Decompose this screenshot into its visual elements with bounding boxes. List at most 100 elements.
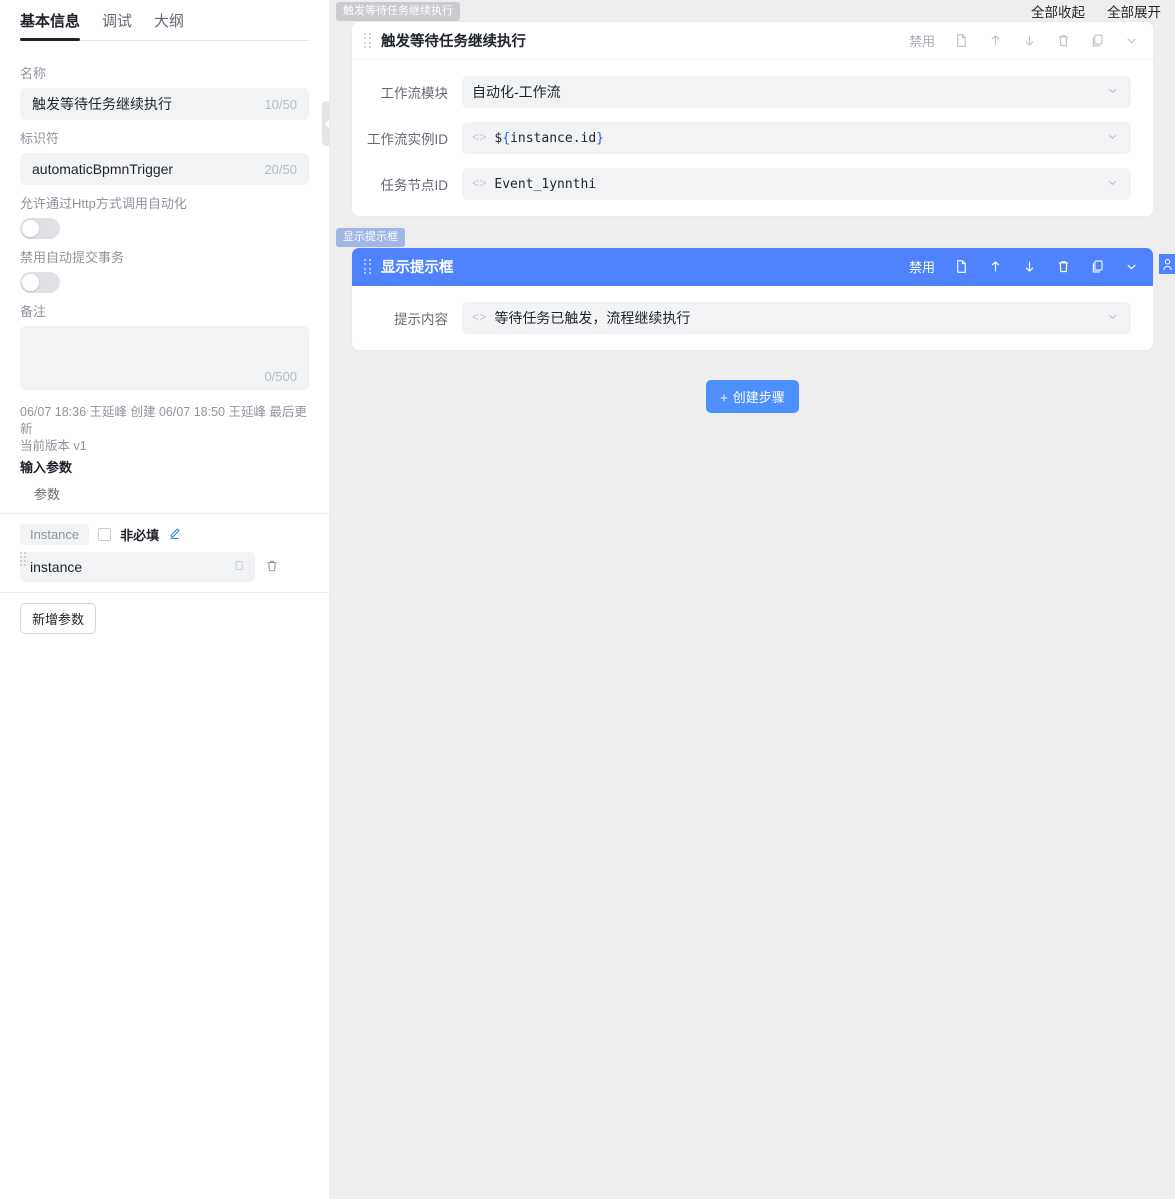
tab-basic-info[interactable]: 基本信息 <box>20 10 81 41</box>
tab-debug[interactable]: 调试 <box>102 10 132 40</box>
name-input[interactable]: 触发等待任务继续执行 10/50 <box>20 88 309 120</box>
audit-line: 06/07 18:36 王延峰 创建 06/07 18:50 王延峰 最后更新 <box>20 405 307 436</box>
http-toggle-switch[interactable] <box>20 218 60 239</box>
field-row-toast-content: 提示内容 <> 等待任务已触发，流程继续执行 <box>352 302 1153 334</box>
tab-label: 调试 <box>102 13 133 30</box>
table-row: Instance 非必填 instance <box>0 514 329 592</box>
plus-icon: + <box>720 390 728 405</box>
user-cursor-icon <box>1159 254 1175 274</box>
audit-meta: 06/07 18:36 王延峰 创建 06/07 18:50 王延峰 最后更新 … <box>20 404 309 455</box>
step-actions: 禁用 <box>909 31 1139 50</box>
arrow-down-icon[interactable] <box>1021 33 1037 49</box>
remark-counter: 0/500 <box>264 369 297 384</box>
pencil-icon[interactable] <box>168 527 181 543</box>
toggle-knob <box>22 274 39 291</box>
chevron-down-icon[interactable] <box>1123 33 1139 49</box>
name-label: 名称 <box>20 66 47 81</box>
param-row-top: Instance 非必填 <box>0 524 329 545</box>
add-step-row: + 创建步骤 <box>330 380 1175 413</box>
step-card-body: 提示内容 <> 等待任务已触发，流程继续执行 <box>352 286 1153 350</box>
trash-icon[interactable] <box>1055 259 1071 275</box>
field-label: 工作流实例ID <box>367 132 448 147</box>
delete-param-button[interactable] <box>265 559 279 576</box>
copy-icon[interactable] <box>1089 259 1105 275</box>
identifier-label: 标识符 <box>20 131 60 146</box>
drag-handle-icon[interactable] <box>364 256 373 277</box>
chevron-left-icon <box>324 119 329 128</box>
field-value: ${instance.id} <box>494 130 604 146</box>
code-expression-icon: <> <box>472 131 487 145</box>
copy-icon[interactable] <box>1089 33 1105 49</box>
transaction-toggle-label: 禁用自动提交事务 <box>20 250 125 265</box>
panel-collapse-handle[interactable] <box>322 101 329 146</box>
identifier-input[interactable]: automaticBpmnTrigger 20/50 <box>20 153 309 185</box>
code-expression-icon: <> <box>472 177 487 191</box>
collapse-all-button[interactable]: 全部收起 <box>1031 1 1085 21</box>
add-param-button[interactable]: 新增参数 <box>20 603 97 634</box>
chevron-down-icon <box>1106 310 1119 326</box>
arrow-down-icon[interactable] <box>1021 259 1037 275</box>
param-row-divider <box>0 592 329 593</box>
param-table-header: 参数 <box>0 476 329 513</box>
chevron-down-icon[interactable] <box>1123 259 1139 275</box>
toggle-knob <box>22 220 39 237</box>
chevron-down-icon <box>1106 84 1119 100</box>
param-name-value: instance <box>30 559 83 575</box>
step-card-toast: 显示提示框 禁用 提示内容 <> 等待任务已触发，流程继续执行 <box>352 248 1153 350</box>
field-label: 工作流模块 <box>380 86 449 101</box>
step-card-header[interactable]: 显示提示框 禁用 <box>352 248 1153 286</box>
step-card-trigger: 触发等待任务继续执行 禁用 工作流模块 自动化-工作流 工作流实例ID <> $… <box>352 22 1153 216</box>
step-card-body: 工作流模块 自动化-工作流 工作流实例ID <> ${instance.id} <box>352 60 1153 216</box>
field-value: Event_1ynnthi <box>494 176 597 192</box>
disable-step-button[interactable]: 禁用 <box>909 31 935 50</box>
arrow-up-icon[interactable] <box>987 259 1003 275</box>
param-column-header: 参数 <box>34 487 61 502</box>
field-row-task-node-id: 任务节点ID <> Event_1ynnthi <box>352 168 1153 200</box>
create-step-label: 创建步骤 <box>732 390 785 405</box>
input-params-table: 参数 Instance 非必填 instance 新增参数 <box>0 476 329 634</box>
param-optional-label: 非必填 <box>120 528 160 543</box>
http-toggle-label: 允许通过Http方式调用自动化 <box>20 196 187 211</box>
param-row-bottom: instance <box>0 552 329 582</box>
remark-label: 备注 <box>20 304 47 319</box>
canvas-toolbar-2: 显示提示框 <box>330 226 1175 248</box>
remark-textarea[interactable]: 0/500 <box>20 326 309 390</box>
basic-info-form: 名称 触发等待任务继续执行 10/50 标识符 automaticBpmnTri… <box>0 41 329 476</box>
field-row-workflow-instance-id: 工作流实例ID <> ${instance.id} <box>352 122 1153 154</box>
expand-all-button[interactable]: 全部展开 <box>1107 1 1161 21</box>
drag-handle-icon[interactable] <box>20 550 28 568</box>
node-tag-1: 触发等待任务继续执行 <box>336 1 460 21</box>
chevron-down-icon <box>1106 130 1119 146</box>
tab-label: 大纲 <box>154 13 185 30</box>
tab-bar: 基本信息 调试 大纲 <box>0 0 329 41</box>
steps-canvas-panel: 触发等待任务继续执行 全部收起 全部展开 触发等待任务继续执行 禁用 工作流模块… <box>330 0 1175 1199</box>
step-card-header[interactable]: 触发等待任务继续执行 禁用 <box>352 22 1153 60</box>
param-optional-checkbox[interactable] <box>98 528 112 541</box>
node-tag-2: 显示提示框 <box>336 227 405 247</box>
field-value: 等待任务已触发，流程继续执行 <box>494 310 691 326</box>
field-label: 任务节点ID <box>380 178 449 193</box>
note-icon[interactable] <box>953 259 969 275</box>
step-title: 触发等待任务继续执行 <box>381 34 526 50</box>
name-value: 触发等待任务继续执行 <box>32 96 172 112</box>
param-name-input[interactable]: instance <box>20 552 255 582</box>
step-title: 显示提示框 <box>381 260 454 276</box>
transaction-toggle-switch[interactable] <box>20 272 60 293</box>
identifier-value: automaticBpmnTrigger <box>32 161 174 177</box>
code-expression-icon: <> <box>472 311 487 325</box>
field-label: 提示内容 <box>394 312 448 327</box>
copy-icon[interactable] <box>234 560 245 574</box>
toast-content-input[interactable]: <> 等待任务已触发，流程继续执行 <box>462 302 1131 334</box>
create-step-button[interactable]: + 创建步骤 <box>706 380 799 413</box>
trash-icon[interactable] <box>1055 33 1071 49</box>
disable-step-button[interactable]: 禁用 <box>909 257 935 276</box>
workflow-module-select[interactable]: 自动化-工作流 <box>462 76 1131 108</box>
field-value: 自动化-工作流 <box>472 84 561 100</box>
task-node-id-input[interactable]: <> Event_1ynnthi <box>462 168 1131 200</box>
arrow-up-icon[interactable] <box>987 33 1003 49</box>
drag-handle-icon[interactable] <box>364 30 373 51</box>
workflow-instance-id-input[interactable]: <> ${instance.id} <box>462 122 1131 154</box>
input-params-title: 输入参数 <box>20 460 73 475</box>
tab-outline[interactable]: 大纲 <box>154 10 184 40</box>
note-icon[interactable] <box>953 33 969 49</box>
